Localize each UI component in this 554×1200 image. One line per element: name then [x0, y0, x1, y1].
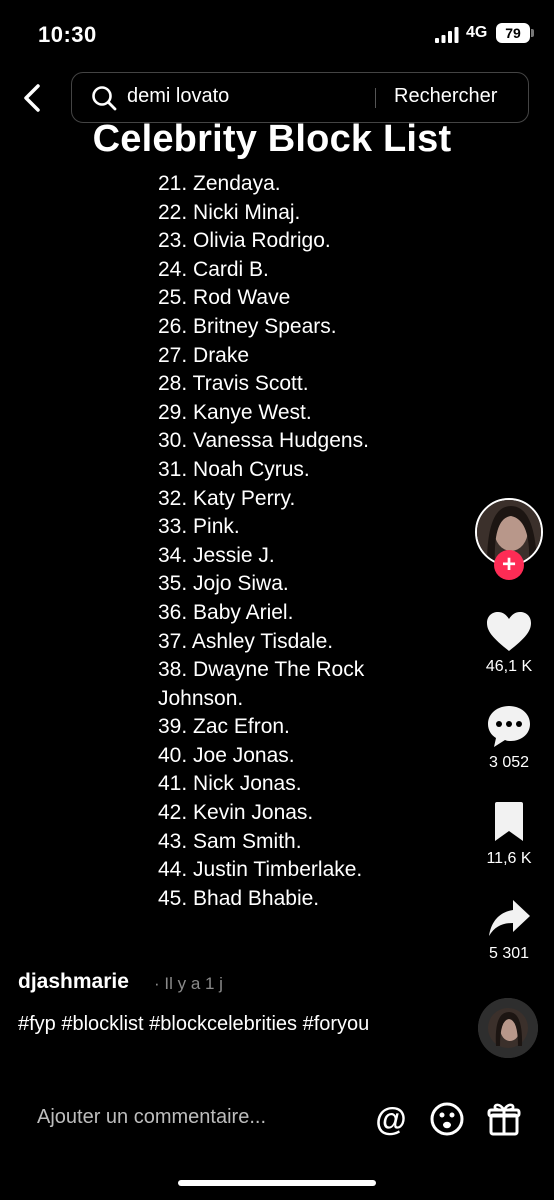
- network-type: 4G: [466, 24, 488, 41]
- home-indicator: [178, 1180, 376, 1186]
- list-item: 28. Travis Scott.: [158, 372, 309, 396]
- gift-icon[interactable]: [486, 1101, 522, 1137]
- battery-cap: [531, 29, 534, 37]
- list-item: 25. Rod Wave: [158, 286, 291, 310]
- comment-icon: [488, 706, 530, 747]
- bookmark-icon: [495, 802, 523, 841]
- list-item: Johnson.: [158, 686, 244, 710]
- list-item: 22. Nicki Minaj.: [158, 200, 301, 224]
- list-item: 35. Jojo Siwa.: [158, 572, 289, 596]
- list-item: 21. Zendaya.: [158, 172, 281, 195]
- list-item: 34. Jessie J.: [158, 543, 275, 567]
- list-item: 44. Justin Timberlake.: [158, 858, 363, 882]
- save-button[interactable]: [484, 800, 534, 844]
- list-item: 29. Kanye West.: [158, 400, 312, 424]
- search-input[interactable]: demi lovato: [127, 85, 229, 108]
- block-list: 21. Zendaya. 22. Nicki Minaj. 23. Olivia R…: [158, 170, 428, 913]
- comment-button[interactable]: [484, 704, 534, 748]
- share-icon: [489, 900, 530, 936]
- battery-level: 79: [496, 23, 530, 43]
- signal-icon: [435, 27, 459, 43]
- list-item: 24. Cardi B.: [158, 257, 269, 281]
- list-item: 27. Drake: [158, 343, 250, 367]
- list-item: 30. Vanessa Hudgens.: [158, 429, 369, 453]
- like-count: 46,1 K: [485, 658, 533, 675]
- back-chevron-icon[interactable]: [16, 78, 52, 118]
- music-disc-avatar: [478, 998, 538, 1058]
- list-item: 23. Olivia Rodrigo.: [158, 229, 331, 253]
- list-item: 41. Nick Jonas.: [158, 772, 302, 796]
- comment-count: 3 052: [488, 754, 530, 771]
- like-button[interactable]: [484, 610, 534, 654]
- heart-icon: [487, 612, 531, 651]
- list-item: 38. Dwayne The Rock: [158, 658, 365, 682]
- list-item: 26. Britney Spears.: [158, 314, 337, 338]
- list-item: 45. Bhad Bhabie.: [158, 886, 320, 910]
- search-button[interactable]: Rechercher: [394, 85, 497, 108]
- list-item: 31. Noah Cyrus.: [158, 457, 310, 481]
- search-icon: [92, 86, 117, 111]
- share-button[interactable]: [484, 896, 534, 940]
- share-count: 5 301: [488, 945, 530, 962]
- comment-input[interactable]: Ajouter un commentaire...: [37, 1106, 266, 1129]
- list-item: 43. Sam Smith.: [158, 829, 302, 853]
- status-time: 10:30: [38, 22, 97, 47]
- post-caption[interactable]: #fyp #blocklist #blockcelebrities #foryo…: [18, 1011, 438, 1037]
- list-item: 32. Katy Perry.: [158, 486, 296, 510]
- list-item: 39. Zac Efron.: [158, 715, 290, 739]
- search-divider: [375, 88, 376, 108]
- post-timestamp: · Il y a 1 j: [154, 974, 223, 993]
- music-disc[interactable]: [478, 998, 538, 1058]
- save-count: 11,6 K: [486, 850, 532, 867]
- list-item: 33. Pink.: [158, 515, 240, 539]
- list-item: 36. Baby Ariel.: [158, 600, 294, 624]
- list-item: 37. Ashley Tisdale.: [158, 629, 334, 653]
- video-title: Celebrity Block List: [92, 118, 452, 160]
- emoji-icon[interactable]: [429, 1101, 465, 1137]
- creator-username[interactable]: djashmarie: [18, 970, 129, 994]
- list-item: 42. Kevin Jonas.: [158, 801, 314, 825]
- list-item: 40. Joe Jonas.: [158, 743, 295, 767]
- mention-icon[interactable]: @: [373, 1100, 409, 1138]
- follow-button[interactable]: +: [494, 550, 524, 580]
